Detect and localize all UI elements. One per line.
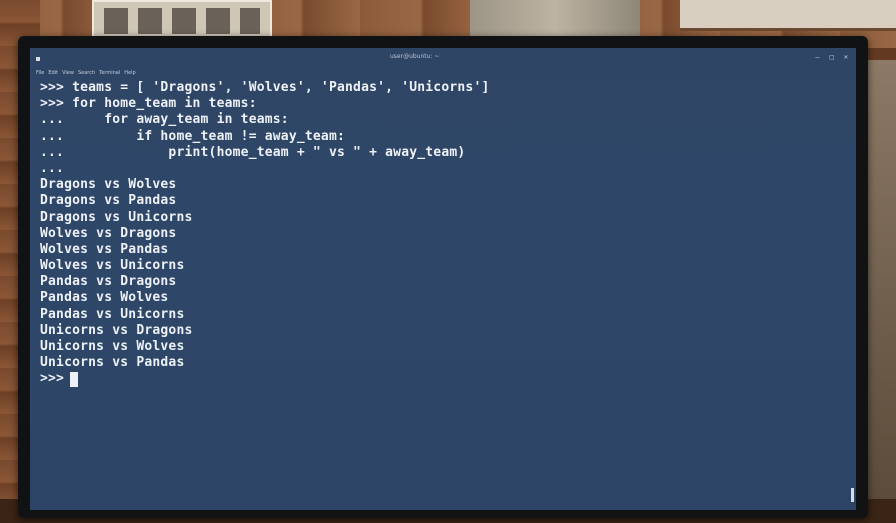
terminal-line: Wolves vs Pandas [40, 241, 169, 257]
terminal-line: Wolves vs Unicorns [40, 258, 185, 274]
maximize-button[interactable]: □ [830, 53, 834, 61]
terminal-line: Dragons vs Unicorns [40, 209, 193, 225]
menu-view[interactable]: View [62, 70, 74, 76]
window-controls: – □ ✕ [815, 53, 848, 61]
menu-help[interactable]: Help [124, 70, 135, 76]
terminal-line: >>> teams = [ 'Dragons', 'Wolves', 'Pand… [40, 80, 490, 95]
terminal-line: Dragons vs Pandas [40, 193, 177, 209]
prompt: >>> [40, 371, 65, 387]
menu-file[interactable]: File [36, 70, 44, 76]
menu-search[interactable]: Search [78, 70, 95, 76]
titlebar[interactable]: user@ubuntu: ~ – □ ✕ [30, 48, 856, 68]
menu-terminal[interactable]: Terminal [99, 70, 120, 76]
photo [240, 8, 260, 34]
terminal-window[interactable]: user@ubuntu: ~ – □ ✕ File Edit View Sear… [30, 48, 856, 510]
terminal-line: ... print(home_team + " vs " + away_team… [40, 144, 466, 160]
terminal-line: ... [40, 160, 65, 176]
terminal-line: >>> for home_team in teams: [40, 96, 257, 112]
terminal-line: Unicorns vs Pandas [40, 355, 185, 371]
terminal-line: Dragons vs Wolves [40, 177, 177, 193]
terminal-line: ... for away_team in teams: [40, 112, 289, 128]
menu-square-icon[interactable] [36, 57, 40, 61]
window-title: user@ubuntu: ~ [390, 53, 440, 60]
terminal-line: Pandas vs Wolves [40, 290, 169, 306]
terminal-line: Pandas vs Unicorns [40, 306, 185, 322]
input-prompt-line[interactable]: >>> [40, 371, 850, 387]
minimize-button[interactable]: – [815, 53, 819, 61]
photo [138, 8, 162, 34]
terminal-output[interactable]: >>> teams = [ 'Dragons', 'Wolves', 'Pand… [40, 80, 850, 388]
scrollbar[interactable] [851, 488, 854, 502]
terminal-line: Pandas vs Dragons [40, 274, 177, 290]
background-stone [470, 0, 640, 36]
terminal-line: Unicorns vs Wolves [40, 339, 185, 354]
background-curtain [866, 60, 896, 523]
terminal-line: ... if home_team != away_team: [40, 128, 346, 144]
close-button[interactable]: ✕ [844, 53, 848, 61]
background-shelf [680, 0, 896, 31]
block-cursor-icon [70, 371, 79, 387]
photo [206, 8, 230, 34]
terminal-line: Unicorns vs Dragons [40, 322, 193, 338]
menubar: File Edit View Search Terminal Help [36, 70, 136, 76]
photo [104, 8, 128, 34]
photo [172, 8, 196, 34]
monitor: user@ubuntu: ~ – □ ✕ File Edit View Sear… [18, 36, 868, 518]
terminal-line: Wolves vs Dragons [40, 225, 177, 241]
menu-edit[interactable]: Edit [48, 70, 58, 76]
